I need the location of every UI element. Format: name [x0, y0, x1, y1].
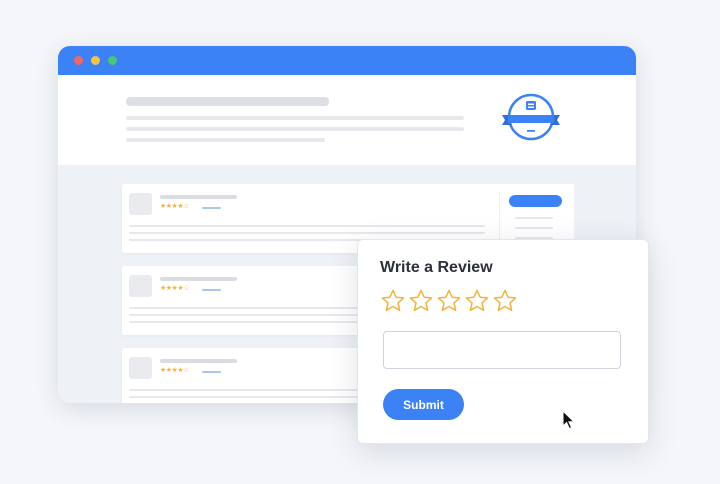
title-placeholder	[126, 97, 329, 106]
star-rating: ★★★★☆	[160, 285, 189, 292]
star-icon[interactable]	[380, 288, 406, 314]
star-icon[interactable]	[408, 288, 434, 314]
review-text-input[interactable]	[383, 331, 621, 369]
page-header	[58, 75, 636, 165]
star-rating: ★★★★☆	[160, 203, 189, 210]
rating-tag	[202, 371, 221, 373]
star-icon[interactable]	[436, 288, 462, 314]
minimize-window-button[interactable]	[91, 56, 100, 65]
dialog-title: Write a Review	[380, 259, 493, 276]
avatar	[129, 357, 152, 379]
star-icon[interactable]	[492, 288, 518, 314]
star-rating: ★★★★☆	[160, 367, 189, 374]
star-icon[interactable]	[464, 288, 490, 314]
name-placeholder	[160, 277, 237, 281]
browser-titlebar	[58, 46, 636, 75]
name-placeholder	[160, 359, 237, 363]
side-action-button[interactable]	[509, 195, 562, 207]
text-line-placeholder	[126, 127, 464, 131]
text-line-placeholder	[126, 116, 464, 120]
maximize-window-button[interactable]	[108, 56, 117, 65]
write-review-dialog: Write a Review Submit	[357, 239, 649, 444]
text-line-placeholder	[126, 138, 325, 142]
avatar	[129, 193, 152, 215]
text-line-placeholder	[129, 232, 485, 234]
star-rating-input	[380, 288, 518, 314]
text-line-placeholder	[129, 225, 485, 227]
close-window-button[interactable]	[74, 56, 83, 65]
award-badge-icon	[502, 93, 560, 141]
rating-tag	[202, 207, 221, 209]
text-line-placeholder	[515, 217, 553, 219]
text-line-placeholder	[515, 227, 553, 229]
rating-tag	[202, 289, 221, 291]
mouse-pointer-icon	[562, 410, 575, 430]
name-placeholder	[160, 195, 237, 199]
submit-button[interactable]: Submit	[383, 389, 464, 420]
avatar	[129, 275, 152, 297]
